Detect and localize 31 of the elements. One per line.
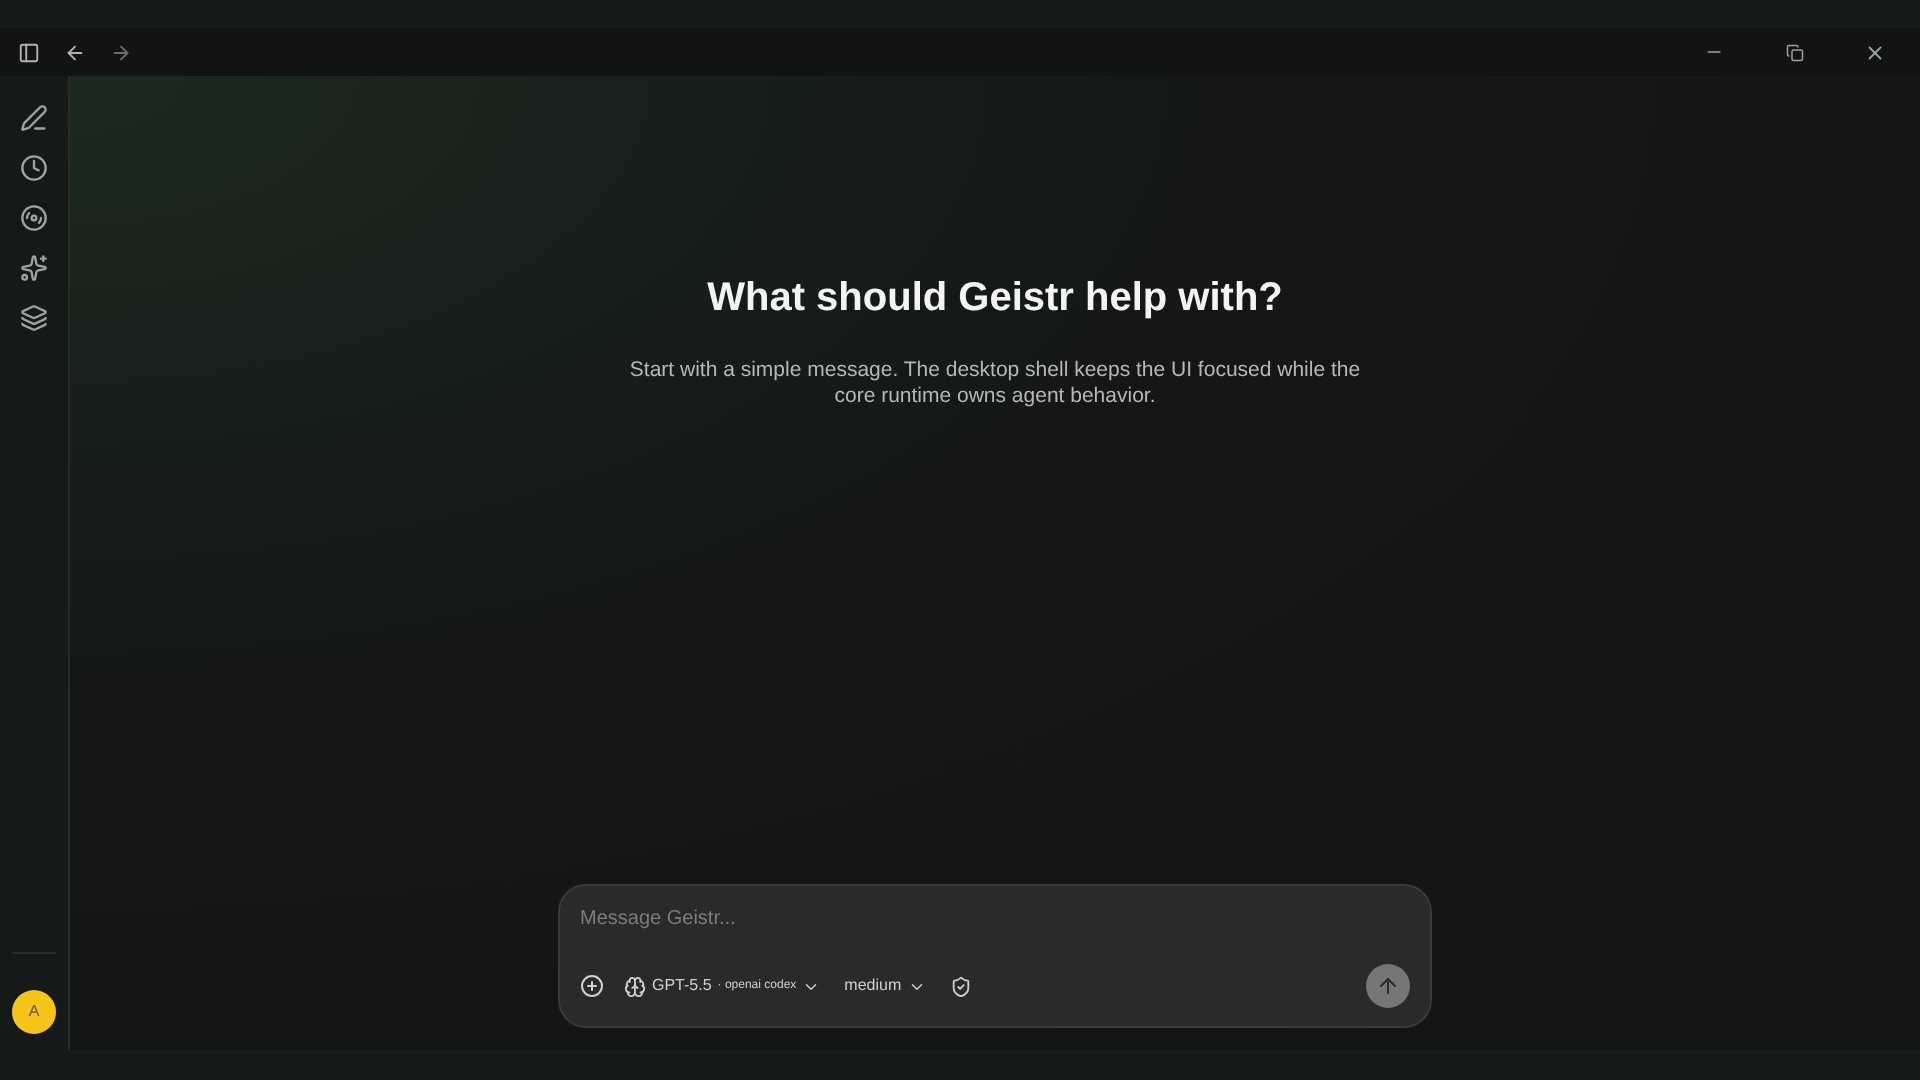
back-button[interactable] (64, 41, 86, 63)
layers-button[interactable] (20, 304, 48, 332)
history-button[interactable] (20, 154, 48, 182)
attach-button[interactable] (580, 974, 604, 998)
send-button[interactable] (1366, 964, 1410, 1008)
hero-subtitle: Start with a simple message. The desktop shell keeps the UI focused while the core runtime owns agent behavior. (627, 358, 1363, 410)
arrow-up-icon (1376, 974, 1400, 998)
new-chat-button[interactable] (20, 104, 48, 132)
pen-icon (20, 104, 48, 132)
disc-icon (20, 204, 48, 232)
plus-icon (580, 974, 604, 998)
sidebar-toggle-button[interactable] (18, 41, 40, 63)
close-icon (1863, 41, 1885, 63)
brain-icon (624, 975, 646, 997)
user-avatar[interactable]: A (12, 990, 56, 1034)
hero-title: What should Geistr help with? (707, 274, 1283, 324)
disc-button[interactable] (20, 204, 48, 232)
model-name: GPT-5.5 (652, 974, 712, 998)
layers-icon (20, 304, 48, 332)
message-input[interactable]: Message Geistr... (580, 904, 1410, 934)
clock-icon (20, 154, 48, 182)
shield-icon (949, 975, 972, 997)
permissions-button[interactable] (949, 975, 972, 997)
restore-icon (1785, 43, 1803, 61)
sidebar-icon (18, 41, 40, 63)
back-icon (64, 41, 86, 63)
forward-button[interactable] (110, 41, 132, 63)
effort-selector[interactable]: medium (844, 974, 926, 998)
forward-icon (110, 41, 132, 63)
sparkle-button[interactable] (20, 254, 48, 282)
sparkle-icon (20, 254, 48, 282)
